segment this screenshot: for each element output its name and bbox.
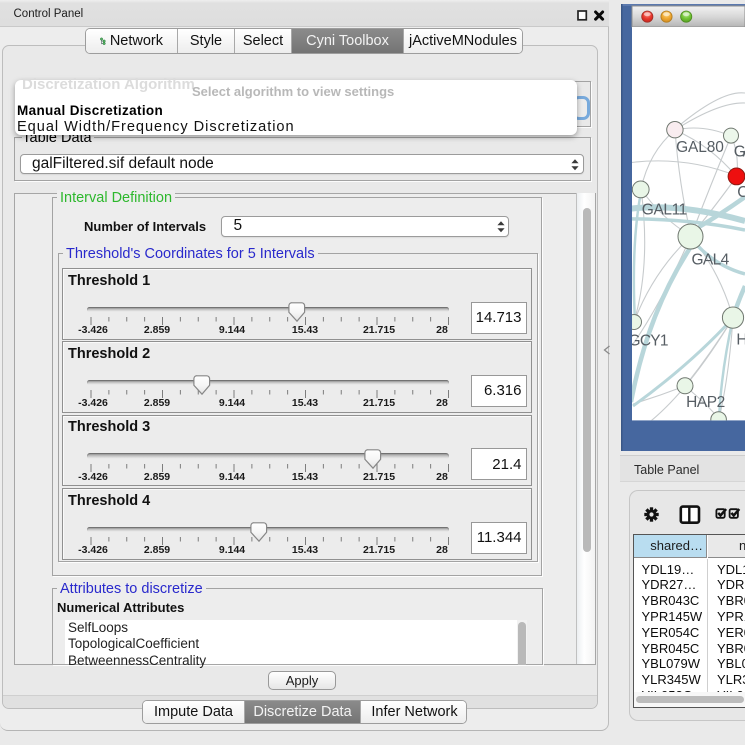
- svg-text:CY: CY: [737, 184, 745, 201]
- svg-text:GA: GA: [734, 144, 745, 161]
- svg-text:GCY1: GCY1: [629, 333, 669, 350]
- svg-text:H: H: [736, 332, 745, 349]
- svg-text:GAL4: GAL4: [692, 251, 730, 268]
- svg-text:HAP2: HAP2: [686, 394, 725, 411]
- svg-text:GAL80: GAL80: [676, 139, 724, 156]
- svg-text:GAL11: GAL11: [642, 202, 688, 219]
